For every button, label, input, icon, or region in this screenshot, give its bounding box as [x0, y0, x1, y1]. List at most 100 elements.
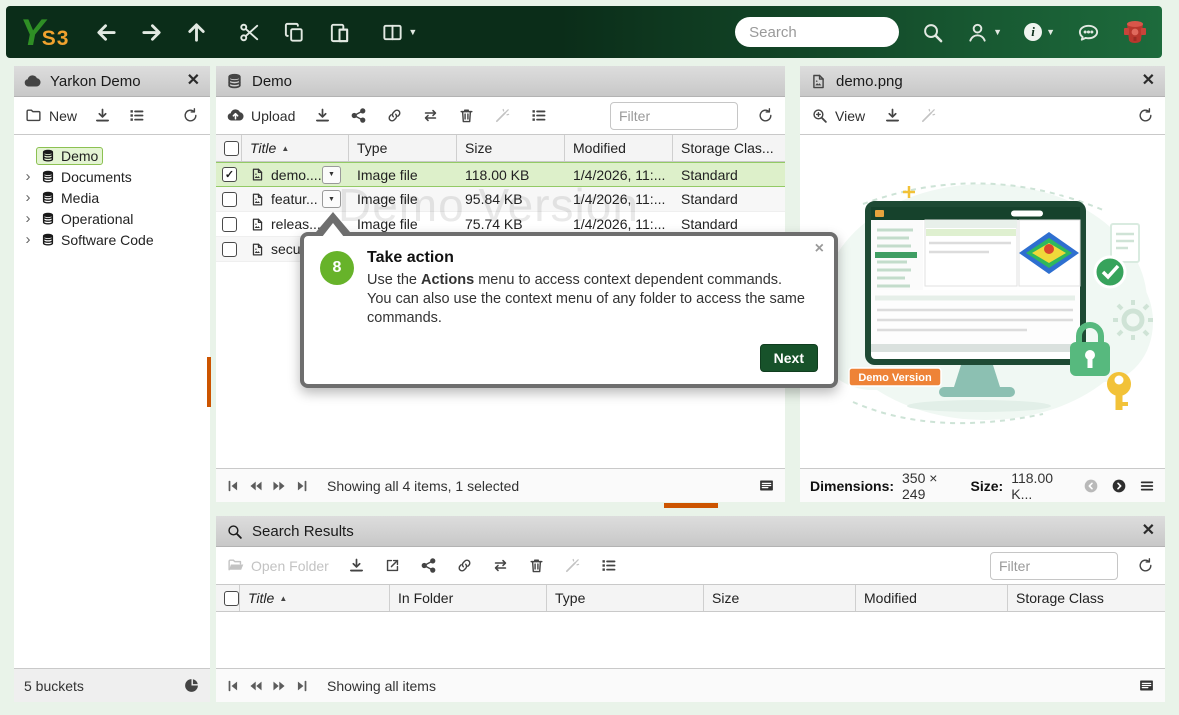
forward-icon[interactable]	[140, 21, 163, 44]
close-icon[interactable]: ✕	[187, 73, 200, 89]
menu-icon[interactable]	[1139, 478, 1155, 494]
cut-icon[interactable]	[238, 21, 261, 44]
first-page-icon[interactable]	[226, 479, 240, 493]
column-header-type[interactable]: Type	[547, 585, 704, 611]
next-page-icon[interactable]	[272, 679, 286, 693]
new-folder-button[interactable]: New	[25, 107, 77, 124]
next-page-icon[interactable]	[272, 479, 286, 493]
back-icon[interactable]	[95, 21, 118, 44]
column-header-storage-class[interactable]: Storage Class	[1008, 585, 1165, 611]
last-page-icon[interactable]	[295, 479, 309, 493]
files-filter-input[interactable]	[610, 102, 738, 130]
details-icon[interactable]	[128, 107, 145, 124]
chevron-right-icon[interactable]: ›	[20, 210, 36, 227]
prev-page-icon[interactable]	[249, 479, 263, 493]
file-title[interactable]: featur...	[271, 191, 318, 207]
column-header-storage-clas-[interactable]: Storage Clas...	[673, 135, 785, 161]
link-icon[interactable]	[456, 557, 473, 574]
search-panel-resize-handle[interactable]	[664, 503, 718, 508]
column-header-in-folder[interactable]: In Folder	[390, 585, 547, 611]
chevron-right-icon[interactable]: ›	[20, 189, 36, 206]
table-view-icon[interactable]	[758, 477, 775, 494]
share-icon[interactable]	[350, 107, 367, 124]
sidebar-resize-handle[interactable]	[207, 357, 211, 407]
copy-icon[interactable]	[283, 21, 306, 44]
row-checkbox[interactable]	[222, 242, 237, 257]
select-all-checkbox[interactable]	[224, 141, 239, 156]
file-title[interactable]: releas...	[271, 216, 321, 232]
download-icon[interactable]	[94, 107, 111, 124]
select-all-checkbox[interactable]	[224, 591, 239, 606]
search-toolbar: Open Folder	[216, 547, 1165, 585]
details-icon[interactable]	[530, 107, 547, 124]
wand-icon[interactable]	[564, 557, 581, 574]
bucket-icon	[41, 191, 55, 205]
details-icon[interactable]	[600, 557, 617, 574]
column-header-size[interactable]: Size	[704, 585, 856, 611]
chevron-right-icon[interactable]: ›	[20, 168, 36, 185]
user-menu[interactable]: ▼	[966, 21, 1002, 44]
download-icon[interactable]	[314, 107, 331, 124]
sidebar-item-documents[interactable]: ›Documents	[20, 166, 204, 187]
next-button[interactable]: Next	[760, 344, 818, 372]
open-folder-button[interactable]: Open Folder	[227, 557, 329, 574]
search-filter-input[interactable]	[990, 552, 1118, 580]
up-icon[interactable]	[185, 21, 208, 44]
refresh-icon[interactable]	[1137, 557, 1154, 574]
file-row[interactable]: ✓demo....▼Image file118.00 KB1/4/2026, 1…	[216, 162, 785, 187]
file-row[interactable]: featur...▼Image file95.84 KB1/4/2026, 11…	[216, 187, 785, 212]
column-header-size[interactable]: Size	[457, 135, 565, 161]
aws-s3-icon[interactable]	[1122, 18, 1148, 46]
row-actions-caret[interactable]: ▼	[322, 190, 341, 208]
feedback-icon[interactable]	[1077, 21, 1100, 44]
app-logo: Y S3	[20, 14, 69, 51]
usage-pie-icon[interactable]	[183, 677, 200, 694]
sidebar-item-media[interactable]: ›Media	[20, 187, 204, 208]
external-link-icon[interactable]	[384, 557, 401, 574]
column-header-type[interactable]: Type	[349, 135, 457, 161]
first-page-icon[interactable]	[226, 679, 240, 693]
prev-item-icon[interactable]	[1083, 478, 1099, 494]
file-title[interactable]: demo....	[271, 167, 322, 183]
row-actions-caret[interactable]: ▼	[322, 166, 341, 184]
move-icon[interactable]	[492, 557, 509, 574]
sidebar-item-demo[interactable]: Demo	[20, 145, 204, 166]
row-checkbox[interactable]: ✓	[222, 167, 237, 182]
wand-icon[interactable]	[494, 107, 511, 124]
column-header-title[interactable]: Title▲	[240, 585, 390, 611]
prev-page-icon[interactable]	[249, 679, 263, 693]
download-icon[interactable]	[348, 557, 365, 574]
paste-icon[interactable]	[328, 21, 351, 44]
share-icon[interactable]	[420, 557, 437, 574]
delete-icon[interactable]	[528, 557, 545, 574]
close-icon[interactable]: ✕	[1142, 523, 1155, 539]
move-icon[interactable]	[422, 107, 439, 124]
refresh-icon[interactable]	[757, 107, 774, 124]
download-icon[interactable]	[884, 107, 901, 124]
column-header-modified[interactable]: Modified	[856, 585, 1008, 611]
link-icon[interactable]	[386, 107, 403, 124]
chevron-right-icon[interactable]: ›	[20, 231, 36, 248]
view-button[interactable]: View	[811, 107, 865, 124]
close-icon[interactable]: ✕	[1142, 73, 1155, 89]
column-header-title[interactable]: Title▲	[242, 135, 349, 161]
global-search-input[interactable]	[735, 17, 899, 47]
upload-button[interactable]: Upload	[227, 107, 295, 124]
row-checkbox[interactable]	[222, 192, 237, 207]
info-menu[interactable]: i ▼	[1024, 23, 1055, 41]
column-header-modified[interactable]: Modified	[565, 135, 673, 161]
row-checkbox[interactable]	[222, 217, 237, 232]
layout-columns-menu[interactable]: ▼	[381, 21, 417, 44]
delete-icon[interactable]	[458, 107, 475, 124]
sidebar-item-operational[interactable]: ›Operational	[20, 208, 204, 229]
close-icon[interactable]: ×	[815, 240, 824, 258]
table-view-icon[interactable]	[1138, 677, 1155, 694]
wand-icon[interactable]	[920, 107, 937, 124]
last-page-icon[interactable]	[295, 679, 309, 693]
search-icon[interactable]	[921, 21, 944, 44]
refresh-icon[interactable]	[182, 107, 199, 124]
sidebar-item-software-code[interactable]: ›Software Code	[20, 229, 204, 250]
refresh-icon[interactable]	[1137, 107, 1154, 124]
next-item-icon[interactable]	[1111, 478, 1127, 494]
user-icon	[966, 21, 989, 44]
